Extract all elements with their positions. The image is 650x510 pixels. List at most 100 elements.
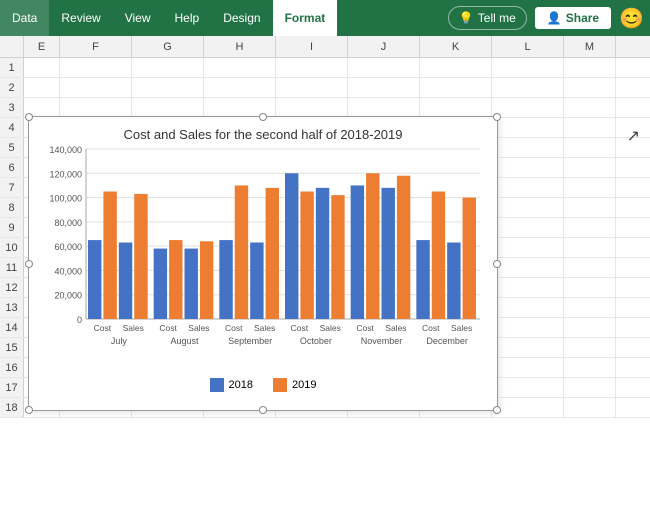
cell[interactable] bbox=[24, 78, 60, 97]
svg-text:Cost: Cost bbox=[159, 323, 177, 333]
cell[interactable] bbox=[492, 298, 564, 317]
cell[interactable] bbox=[492, 178, 564, 197]
col-header-f[interactable]: F bbox=[60, 36, 132, 57]
cell[interactable] bbox=[564, 78, 616, 97]
smiley-icon: 😊 bbox=[619, 6, 644, 31]
col-header-h[interactable]: H bbox=[204, 36, 276, 57]
cell[interactable] bbox=[564, 178, 616, 197]
cell[interactable] bbox=[564, 238, 616, 257]
handle-mr[interactable] bbox=[493, 260, 501, 268]
cell[interactable] bbox=[204, 58, 276, 77]
svg-text:Cost: Cost bbox=[225, 323, 243, 333]
cell[interactable] bbox=[492, 238, 564, 257]
cell[interactable] bbox=[564, 398, 616, 417]
cell[interactable] bbox=[348, 78, 420, 97]
share-button[interactable]: 👤 Share bbox=[535, 7, 611, 29]
cell[interactable] bbox=[564, 258, 616, 277]
cell[interactable] bbox=[60, 58, 132, 77]
tab-format[interactable]: Format bbox=[273, 0, 338, 36]
cell[interactable] bbox=[492, 98, 564, 117]
legend-color-2018 bbox=[210, 378, 224, 392]
svg-text:August: August bbox=[170, 336, 199, 346]
col-header-k[interactable]: K bbox=[420, 36, 492, 57]
grid-row-2: 2 bbox=[0, 78, 650, 98]
handle-tm[interactable] bbox=[259, 113, 267, 121]
cell[interactable] bbox=[492, 318, 564, 337]
cell[interactable] bbox=[492, 258, 564, 277]
cell[interactable] bbox=[492, 78, 564, 97]
cell[interactable] bbox=[492, 58, 564, 77]
cell[interactable] bbox=[132, 98, 204, 117]
cell[interactable] bbox=[492, 358, 564, 377]
cell[interactable] bbox=[132, 58, 204, 77]
cell[interactable] bbox=[564, 158, 616, 177]
cell[interactable] bbox=[420, 78, 492, 97]
tab-help[interactable]: Help bbox=[163, 0, 212, 36]
cell[interactable] bbox=[420, 58, 492, 77]
tab-data[interactable]: Data bbox=[0, 0, 49, 36]
cell[interactable] bbox=[564, 198, 616, 217]
handle-tr[interactable] bbox=[493, 113, 501, 121]
cell[interactable] bbox=[348, 58, 420, 77]
col-header-m[interactable]: M bbox=[564, 36, 616, 57]
cell[interactable] bbox=[276, 78, 348, 97]
tab-view[interactable]: View bbox=[113, 0, 163, 36]
chart-legend: 2018 2019 bbox=[29, 378, 497, 392]
svg-text:20,000: 20,000 bbox=[54, 291, 82, 301]
cell[interactable] bbox=[492, 138, 564, 157]
cell[interactable] bbox=[492, 158, 564, 177]
cell[interactable] bbox=[564, 318, 616, 337]
cell[interactable] bbox=[24, 58, 60, 77]
cell[interactable] bbox=[492, 338, 564, 357]
handle-bm[interactable] bbox=[259, 406, 267, 414]
svg-text:September: September bbox=[228, 336, 272, 346]
legend-item-2019: 2019 bbox=[273, 378, 316, 392]
col-header-i[interactable]: I bbox=[276, 36, 348, 57]
cell[interactable] bbox=[204, 78, 276, 97]
handle-br[interactable] bbox=[493, 406, 501, 414]
cell[interactable] bbox=[564, 298, 616, 317]
svg-text:Sales: Sales bbox=[320, 323, 341, 333]
col-header-j[interactable]: J bbox=[348, 36, 420, 57]
cell[interactable] bbox=[276, 58, 348, 77]
cell[interactable] bbox=[564, 58, 616, 77]
cell[interactable] bbox=[348, 98, 420, 117]
cell[interactable] bbox=[420, 98, 492, 117]
cell[interactable] bbox=[492, 118, 564, 137]
cell[interactable] bbox=[564, 98, 616, 117]
cell[interactable] bbox=[564, 218, 616, 237]
legend-item-2018: 2018 bbox=[210, 378, 253, 392]
cell[interactable] bbox=[564, 118, 616, 137]
cell[interactable] bbox=[564, 338, 616, 357]
col-header-e[interactable]: E bbox=[24, 36, 60, 57]
cell[interactable] bbox=[564, 378, 616, 397]
col-header-g[interactable]: G bbox=[132, 36, 204, 57]
legend-color-2019 bbox=[273, 378, 287, 392]
chart-container[interactable]: Cost and Sales for the second half of 20… bbox=[28, 116, 498, 411]
cell[interactable] bbox=[564, 278, 616, 297]
tab-review[interactable]: Review bbox=[49, 0, 112, 36]
handle-ml[interactable] bbox=[25, 260, 33, 268]
cell[interactable] bbox=[492, 218, 564, 237]
cell[interactable] bbox=[276, 98, 348, 117]
cell[interactable] bbox=[60, 78, 132, 97]
cell[interactable] bbox=[492, 398, 564, 417]
cell[interactable] bbox=[492, 198, 564, 217]
svg-text:Cost: Cost bbox=[291, 323, 309, 333]
cell[interactable] bbox=[492, 278, 564, 297]
tab-design[interactable]: Design bbox=[211, 0, 272, 36]
cell[interactable] bbox=[60, 98, 132, 117]
svg-text:Sales: Sales bbox=[188, 323, 209, 333]
cell[interactable] bbox=[492, 378, 564, 397]
handle-tl[interactable] bbox=[25, 113, 33, 121]
cell[interactable] bbox=[564, 138, 616, 157]
col-header-l[interactable]: L bbox=[492, 36, 564, 57]
svg-text:Sales: Sales bbox=[254, 323, 275, 333]
ribbon: Data Review View Help Design Format 💡 Te… bbox=[0, 0, 650, 36]
tell-me-box[interactable]: 💡 Tell me bbox=[448, 6, 527, 30]
svg-text:80,000: 80,000 bbox=[54, 218, 82, 228]
handle-bl[interactable] bbox=[25, 406, 33, 414]
cell[interactable] bbox=[132, 78, 204, 97]
cell[interactable] bbox=[564, 358, 616, 377]
svg-text:July: July bbox=[111, 336, 128, 346]
